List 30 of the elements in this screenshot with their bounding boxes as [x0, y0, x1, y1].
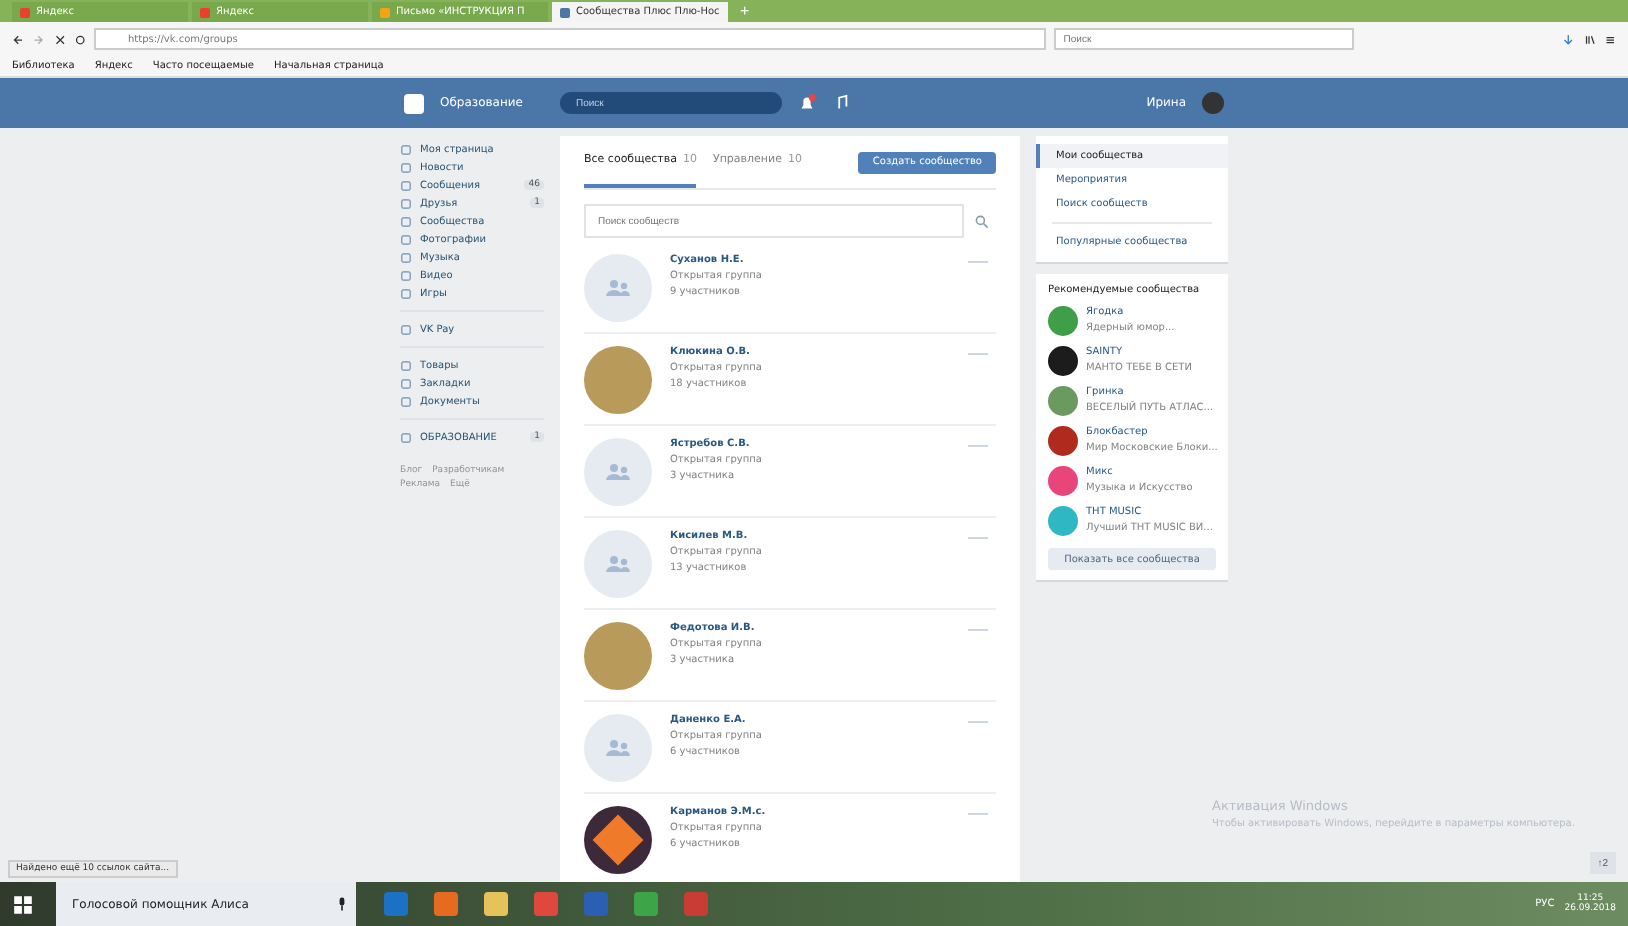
more-icon[interactable] [968, 350, 988, 358]
menu-item-icon [400, 323, 412, 335]
more-icon[interactable] [968, 258, 988, 266]
more-icon[interactable] [968, 810, 988, 818]
download-icon[interactable] [1562, 31, 1576, 47]
search-icon[interactable] [974, 213, 990, 229]
more-icon[interactable] [968, 718, 988, 726]
community-avatar[interactable] [1048, 345, 1078, 375]
bell-icon[interactable] [798, 94, 816, 112]
library-icon[interactable] [1583, 31, 1596, 47]
site-logo-icon[interactable] [404, 93, 424, 113]
community-avatar[interactable] [1048, 425, 1078, 455]
menu-icon[interactable] [1603, 31, 1617, 47]
microphone-icon[interactable] [334, 896, 350, 912]
back-icon[interactable] [12, 31, 25, 47]
more-icon[interactable] [968, 442, 988, 450]
taskbar-app-icon[interactable] [484, 892, 508, 916]
taskbar-app-icon[interactable] [434, 892, 458, 916]
user-avatar[interactable] [1202, 92, 1224, 114]
photo-placeholder[interactable] [584, 621, 652, 689]
menu-item-icon [400, 431, 412, 443]
more-icon[interactable] [968, 534, 988, 542]
taskbar-app-icon[interactable] [634, 892, 658, 916]
taskbar-app-icon[interactable] [534, 892, 558, 916]
close-icon[interactable] [53, 31, 66, 47]
photo-placeholder[interactable] [584, 345, 652, 413]
taskbar-app-icon[interactable] [384, 892, 408, 916]
more-icon[interactable] [968, 626, 988, 634]
community-avatar[interactable] [584, 805, 652, 873]
windows-start-icon[interactable] [12, 893, 34, 915]
